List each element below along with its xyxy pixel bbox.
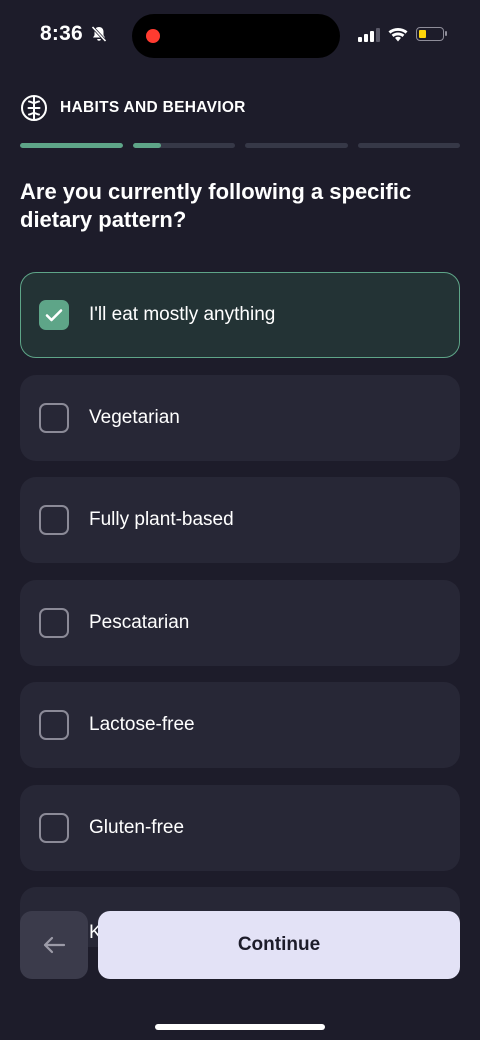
option-item[interactable]: Gluten-free	[20, 784, 460, 871]
option-item[interactable]: Fully plant-based	[20, 477, 460, 563]
battery-icon	[416, 27, 447, 41]
status-bar: 8:36	[0, 0, 480, 70]
checkbox[interactable]	[39, 710, 69, 740]
option-item[interactable]: Pescatarian	[20, 579, 460, 666]
screen: 8:36 HABITS AND BEHAVIOR Are you current…	[0, 0, 480, 1040]
continue-button[interactable]: Continue	[98, 911, 460, 979]
status-icons	[358, 26, 447, 42]
section-header: HABITS AND BEHAVIOR	[20, 94, 246, 122]
dynamic-island	[132, 14, 340, 58]
checkbox[interactable]	[39, 505, 69, 535]
options-list: I'll eat mostly anything Vegetarian Full…	[20, 272, 460, 964]
option-label: I'll eat mostly anything	[89, 304, 276, 325]
battery-level	[419, 30, 426, 38]
option-label: Lactose-free	[89, 714, 195, 735]
option-label: Pescatarian	[89, 611, 190, 633]
question-title: Are you currently following a specific d…	[20, 179, 412, 232]
checkbox[interactable]	[39, 812, 69, 843]
option-label: Gluten-free	[89, 816, 185, 838]
recording-dot-icon	[146, 29, 160, 43]
progress-segment	[357, 143, 460, 148]
signal-icon	[358, 26, 380, 42]
progress-segment	[245, 143, 348, 148]
option-label: Fully plant-based	[89, 509, 234, 530]
option-label: Vegetarian	[89, 406, 180, 428]
status-time: 8:36	[40, 22, 109, 46]
checkmark-icon	[45, 309, 63, 322]
option-item[interactable]: Vegetarian	[20, 374, 460, 461]
checkbox-checked[interactable]	[39, 300, 69, 330]
checkbox[interactable]	[39, 402, 69, 433]
option-item[interactable]: I'll eat mostly anything	[20, 272, 460, 358]
arrow-left-icon	[43, 936, 66, 954]
progress-segment	[20, 143, 123, 148]
progress-segment-fill	[20, 143, 123, 148]
checkbox[interactable]	[39, 607, 69, 638]
brain-icon	[21, 95, 47, 121]
bell-slash-icon	[91, 25, 107, 43]
wifi-icon	[388, 27, 408, 41]
home-indicator[interactable]	[155, 1024, 325, 1030]
progress-bar	[20, 143, 460, 148]
status-time-text: 8:36	[40, 22, 83, 45]
progress-segment	[132, 143, 235, 148]
progress-segment-fill	[132, 143, 162, 148]
back-button[interactable]	[20, 911, 88, 979]
option-item[interactable]: Lactose-free	[20, 682, 460, 768]
section-title: HABITS AND BEHAVIOR	[60, 99, 246, 116]
